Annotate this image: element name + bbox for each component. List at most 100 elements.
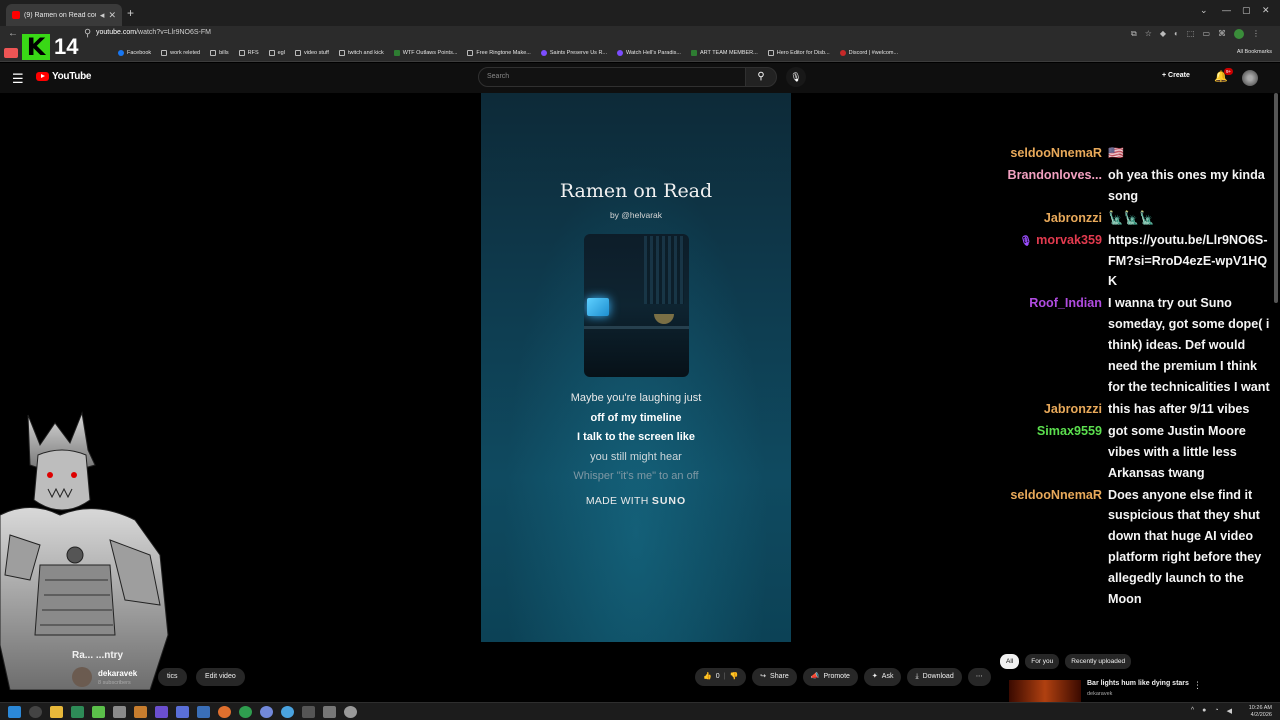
bookmark-folder[interactable]: bills — [210, 49, 229, 56]
network-icon[interactable]: ◔ — [1214, 707, 1218, 715]
chip-recently-uploaded[interactable]: Recently uploaded — [1065, 654, 1132, 669]
tray-chevron-icon[interactable]: ^ — [1191, 707, 1194, 715]
hamburger-menu-icon[interactable]: ☰ — [12, 71, 24, 87]
video-player[interactable]: Ramen on Read by @helvarak Maybe you're … — [481, 93, 791, 642]
samurai-mascot-overlay — [0, 411, 169, 690]
microphone-icon: 🎙 — [790, 72, 802, 82]
thumbs-down-icon[interactable]: 👎 — [729, 668, 738, 686]
file-explorer-icon[interactable] — [50, 706, 63, 718]
edit-video-button[interactable]: Edit video — [196, 668, 245, 686]
share-button[interactable]: ↪ Share — [752, 668, 797, 686]
bookmark-item[interactable]: Free Ringtone Make... — [467, 49, 531, 56]
bookmark-item[interactable]: Discord | #welcom... — [839, 49, 898, 56]
bookmark-star-icon[interactable]: ☆ — [1145, 29, 1152, 39]
minimize-button[interactable]: — — [1222, 5, 1231, 15]
tab-search-icon[interactable]: ⌄ — [1200, 5, 1208, 16]
youtube-play-icon — [36, 72, 49, 81]
recommended-video-title[interactable]: Bar lights hum like dying stars — [1087, 680, 1189, 687]
discord-icon[interactable] — [260, 706, 273, 718]
bookmark-item[interactable]: Watch Hell's Paradis... — [617, 49, 681, 56]
app-icon[interactable] — [134, 706, 147, 718]
all-bookmarks-button[interactable]: All Bookmarks — [1237, 49, 1272, 55]
browser-tab[interactable]: (9) Ramen on Read count... ◂ ✕ — [6, 4, 122, 26]
volume-icon[interactable]: ◀ — [1227, 707, 1232, 715]
tab-title: (9) Ramen on Read count... — [24, 11, 96, 19]
create-button[interactable]: + Create — [1162, 72, 1190, 79]
new-tab-button[interactable]: + — [127, 6, 134, 20]
account-avatar[interactable] — [1242, 70, 1258, 86]
cast-icon[interactable]: ▭ — [1202, 29, 1210, 39]
ask-button[interactable]: ✦ Ask — [863, 668, 902, 686]
bookmark-item[interactable]: ART TEAM MEMBER... — [690, 49, 758, 56]
voice-search-button[interactable]: 🎙 — [786, 67, 806, 87]
bookmark-folder[interactable]: video stuff — [294, 49, 329, 56]
bookmark-folder[interactable]: twitch and kick — [338, 49, 384, 56]
bookmark-item[interactable]: Saints Preserve Us R... — [540, 49, 607, 56]
profile-avatar[interactable] — [1234, 29, 1244, 39]
channel-name[interactable]: dekaravek — [98, 669, 137, 678]
app-icon[interactable] — [71, 706, 84, 718]
app-icon[interactable] — [281, 706, 294, 718]
channel-avatar[interactable] — [72, 667, 92, 687]
chat-message: seldooNnemaR 🇺🇸 — [1000, 143, 1275, 164]
close-window-button[interactable]: ✕ — [1262, 5, 1270, 16]
bookmark-item[interactable]: Hero Editor for Disb... — [767, 49, 830, 56]
settings-icon[interactable] — [344, 706, 357, 718]
site-info-icon[interactable]: ⚲ — [84, 28, 91, 39]
chip-all[interactable]: All — [1000, 654, 1020, 669]
search-button[interactable]: ⚲ — [745, 67, 777, 87]
app-icon[interactable] — [176, 706, 189, 718]
subscriber-count: 8 subscribers — [98, 680, 131, 686]
bookmark-item[interactable]: Facebook — [118, 49, 151, 56]
app-icon[interactable] — [302, 706, 315, 718]
app-icon[interactable] — [197, 706, 210, 718]
back-icon[interactable]: ← — [8, 28, 18, 39]
app-icon[interactable] — [323, 706, 336, 718]
extension-icon[interactable]: ◐ — [1174, 29, 1179, 39]
chat-message: Jabronzzi 🗽🗽🗽 — [1000, 208, 1275, 229]
song-author: by @helvarak — [609, 210, 663, 220]
recommended-video-channel[interactable]: dekaravek — [1087, 691, 1112, 697]
chip-for-you[interactable]: For you — [1025, 654, 1060, 669]
bookmark-item[interactable]: WTF Outlaws Points... — [393, 49, 457, 56]
page-scrollbar[interactable] — [1274, 93, 1278, 303]
site-icon — [617, 49, 624, 56]
search-icon[interactable] — [29, 706, 42, 718]
chat-username: Jabronzzi — [1043, 210, 1102, 225]
chat-text: got some Justin Moore vibes with a littl… — [1108, 423, 1246, 480]
install-icon[interactable]: ⧉ — [1131, 29, 1137, 39]
chat-message: seldooNnemaR Does anyone else find it su… — [1000, 485, 1275, 610]
more-actions-button[interactable]: ⋯ — [967, 668, 991, 686]
app-icon[interactable] — [155, 706, 168, 718]
chat-text: I wanna try out Suno someday, got some d… — [1108, 296, 1270, 394]
bookmark-folder[interactable]: egl — [268, 49, 285, 56]
youtube-logo[interactable]: YouTube — [36, 71, 92, 82]
app-icon[interactable] — [113, 706, 126, 718]
app-icon[interactable] — [92, 706, 105, 718]
close-tab-icon[interactable]: ✕ — [108, 10, 116, 21]
download-button[interactable]: ⤓ Download — [907, 668, 962, 686]
chat-text: oh yea this ones my kinda song — [1108, 167, 1265, 203]
more-options-icon[interactable]: ⋮ — [1193, 680, 1202, 691]
search-input[interactable]: Search — [478, 67, 746, 87]
bookmark-folder[interactable]: RFS — [238, 49, 259, 56]
analytics-button[interactable]: tics — [158, 668, 187, 686]
bookmark-folder[interactable]: work releted — [161, 49, 200, 56]
cover-art-image — [584, 234, 689, 377]
firefox-icon[interactable] — [218, 706, 231, 718]
extensions-puzzle-icon[interactable]: ⬚ — [1187, 29, 1195, 39]
like-button[interactable]: 👍 0 | 👎 — [695, 668, 747, 686]
system-clock[interactable]: 10:26 AM 4/2/2026 — [1249, 705, 1272, 719]
speaker-icon[interactable]: ◂ — [100, 10, 105, 21]
reading-mode-icon[interactable]: ⌘ — [1218, 29, 1226, 39]
url-field[interactable]: youtube.com/watch?v=Llr9NO6S-FM — [96, 29, 211, 36]
extension-icon[interactable]: ◆ — [1160, 29, 1166, 39]
lyric-line: Maybe you're laughing just — [570, 392, 702, 404]
windows-taskbar: ^ ● ◔ ◀ 10:26 AM 4/2/2026 — [0, 702, 1280, 720]
promote-button[interactable]: 📣 Promote — [802, 668, 858, 686]
mic-tray-icon[interactable]: ● — [1202, 707, 1206, 715]
menu-dots-icon[interactable]: ⋮ — [1252, 29, 1260, 39]
windows-start-icon[interactable] — [8, 706, 21, 718]
maximize-button[interactable]: ▢ — [1242, 5, 1251, 16]
chrome-icon[interactable] — [239, 706, 252, 718]
